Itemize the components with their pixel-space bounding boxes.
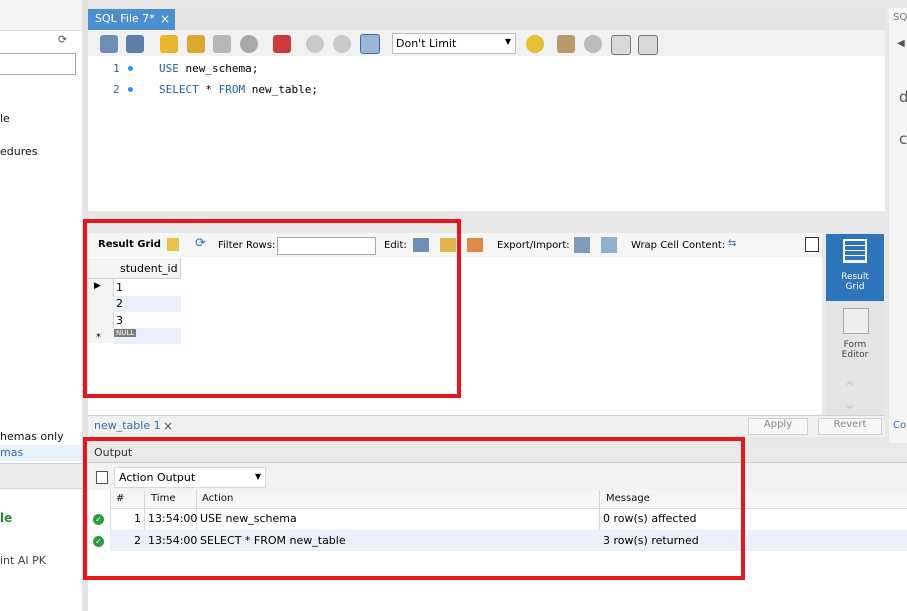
export-import-label: Export/Import: xyxy=(497,240,570,251)
form-editor-button[interactable]: Form Editor xyxy=(826,302,884,369)
execute-icon[interactable] xyxy=(160,35,178,53)
schemas-only-label: hemas only xyxy=(0,430,64,443)
chevron-down-icon: ▼ xyxy=(504,37,511,46)
help-text: d xyxy=(899,88,907,106)
apply-button-label: Apply xyxy=(763,419,793,430)
schemas-tab[interactable]: mas xyxy=(0,445,82,461)
export-icon[interactable] xyxy=(574,237,590,253)
result-grid-button-label: Result Grid xyxy=(841,272,869,292)
sql-text: * xyxy=(198,83,219,96)
stop-icon[interactable] xyxy=(240,35,258,53)
code-line[interactable]: USE new_schema; xyxy=(159,62,258,75)
schemas-tab-label: mas xyxy=(0,446,24,459)
save-icon[interactable] xyxy=(126,35,144,53)
editor-tab-strip xyxy=(88,8,885,30)
toggle-error-icon[interactable] xyxy=(273,35,291,53)
right-tab-label[interactable]: SQ xyxy=(893,12,907,23)
execute-current-icon[interactable] xyxy=(187,35,205,53)
context-help-tab[interactable]: Co xyxy=(893,420,906,431)
info-table-name: le xyxy=(0,511,13,525)
import-icon[interactable] xyxy=(601,237,617,253)
navigator-header xyxy=(0,0,82,31)
code-line[interactable]: SELECT * FROM new_table; xyxy=(159,83,318,96)
line-number: 2 xyxy=(113,83,120,96)
highlight-box-output xyxy=(83,437,745,580)
rollback-icon[interactable] xyxy=(333,35,351,53)
tab-label: SQL File 7* xyxy=(95,12,155,25)
tab-result[interactable]: new_table 1 xyxy=(94,419,161,432)
sql-keyword: FROM xyxy=(218,83,246,96)
toggle-panel-icon[interactable] xyxy=(805,237,819,252)
open-file-icon[interactable] xyxy=(100,35,118,53)
wrap-toggle-icon[interactable]: ⇆ xyxy=(728,238,736,249)
form-editor-icon xyxy=(843,308,869,334)
navigator-item[interactable]: edures xyxy=(0,145,38,158)
revert-button-label: Revert xyxy=(833,419,867,430)
add-snippet-icon[interactable] xyxy=(526,35,544,53)
sql-editor[interactable] xyxy=(88,56,885,211)
explain-icon[interactable] xyxy=(213,35,231,53)
beautify-icon[interactable] xyxy=(557,35,575,53)
search-icon[interactable] xyxy=(584,35,602,53)
navigator-info-bar xyxy=(0,463,82,489)
result-grid-icon xyxy=(843,239,867,263)
line-number: 1 xyxy=(113,62,120,75)
schema-filter-input[interactable] xyxy=(0,53,76,75)
highlight-box-result-grid xyxy=(83,219,461,398)
navigator-panel: ⟳ le edures hemas only xyxy=(0,0,82,611)
tab-sql-file[interactable]: SQL File 7* × xyxy=(88,9,175,30)
invisible-chars-icon[interactable] xyxy=(611,35,631,55)
sql-keyword: SELECT xyxy=(159,83,199,96)
limit-rows-select[interactable]: Don't Limit ▼ xyxy=(392,33,516,54)
sql-keyword: USE xyxy=(159,62,179,75)
limit-value: Don't Limit xyxy=(396,37,457,50)
navigator-item[interactable]: le xyxy=(0,112,10,125)
chevron-left-icon[interactable]: ◀ xyxy=(897,38,905,49)
wrap-cell-label: Wrap Cell Content: xyxy=(631,240,726,251)
autocommit-icon[interactable] xyxy=(360,34,380,54)
statement-marker xyxy=(128,66,133,71)
close-icon[interactable]: × xyxy=(160,12,170,26)
apply-button[interactable]: Apply xyxy=(748,418,808,435)
statement-marker xyxy=(128,87,133,92)
result-grid-button[interactable]: Result Grid xyxy=(826,234,884,301)
sql-text: new_schema; xyxy=(178,62,259,75)
word-wrap-icon[interactable] xyxy=(638,35,658,55)
chevron-down-icon[interactable]: ⌄ xyxy=(843,394,856,413)
close-icon[interactable]: × xyxy=(163,419,173,433)
delete-row-icon[interactable] xyxy=(467,238,483,252)
info-column-type: int AI PK xyxy=(0,554,46,567)
refresh-icon[interactable]: ⟳ xyxy=(58,33,67,46)
form-editor-button-label: Form Editor xyxy=(841,340,869,360)
commit-icon[interactable] xyxy=(306,35,324,53)
sql-text: new_table; xyxy=(245,83,318,96)
help-text: c xyxy=(899,130,907,148)
revert-button[interactable]: Revert xyxy=(818,418,882,435)
